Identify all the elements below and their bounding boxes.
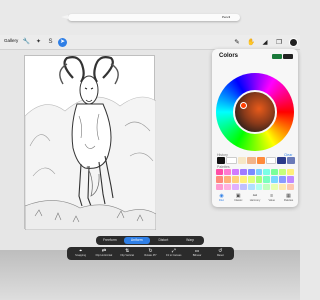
smudge-icon[interactable]: ✋ xyxy=(246,38,256,47)
transform-tool-label: Snapping xyxy=(75,254,87,257)
transform-tool-label: Reset xyxy=(216,254,224,257)
palette-swatch[interactable] xyxy=(271,169,279,176)
top-toolbar: Gallery 🔧 ✦ S ➤ ✎ ✋ ◢ ❐ xyxy=(0,35,300,50)
transform-tool-label: Rotate 45° xyxy=(144,254,157,257)
eraser-icon[interactable]: ◢ xyxy=(260,38,270,47)
color-mode-label: Classic xyxy=(234,199,243,202)
color-mode-value[interactable]: ≡ Value xyxy=(264,193,279,205)
palette-swatch[interactable] xyxy=(263,183,271,190)
history-swatch[interactable] xyxy=(256,157,265,164)
palette-swatch[interactable] xyxy=(223,169,231,176)
color-mode-harmony[interactable]: ⚯ Harmony xyxy=(248,193,263,205)
gallery-button[interactable]: Gallery xyxy=(4,38,18,43)
color-mode-tabs: ◉ Disc ▣ Classic ⚯ Harmony ≡ Value ▦ Palettes xyxy=(214,193,296,205)
palette-swatch[interactable] xyxy=(263,176,271,183)
pencil-brand-label: Pencil xyxy=(222,15,231,19)
transform-tools-bar: ⌖ Snapping ⇄ Flip Horizontal ⇅ Flip Vertical ↻… xyxy=(67,247,234,260)
color-mode-disc[interactable]: ◉ Disc xyxy=(214,193,229,205)
transform-tool-label: Flip Horizontal xyxy=(95,254,113,257)
fit-canvas-button[interactable]: ⤢ Fit to Canvas xyxy=(163,248,185,259)
palette-swatch[interactable] xyxy=(255,176,263,183)
color-mode-palettes[interactable]: ▦ Palettes xyxy=(281,193,296,205)
history-swatches xyxy=(217,157,295,164)
color-mode-label: Value xyxy=(268,199,275,202)
color-disc[interactable] xyxy=(216,73,294,151)
palette-swatch[interactable] xyxy=(239,183,247,190)
palette-swatch[interactable] xyxy=(216,183,223,190)
history-swatch[interactable] xyxy=(226,157,237,164)
color-mode-label: Disc xyxy=(218,199,225,202)
apple-pencil: Pencil xyxy=(61,14,240,21)
transform-mode-bar: Freeform Uniform Distort Warp xyxy=(96,236,204,245)
adjustments-icon[interactable]: S xyxy=(46,38,55,47)
wrench-icon[interactable]: 🔧 xyxy=(22,38,31,47)
current-color-swatch[interactable] xyxy=(283,54,293,59)
transform-tool-label: Fit to Canvas xyxy=(166,254,182,257)
history-swatch[interactable] xyxy=(286,157,295,164)
color-mode-label: Harmony xyxy=(249,199,261,202)
pencil-tip xyxy=(61,15,68,19)
flip-vertical-button[interactable]: ⇅ Flip Vertical xyxy=(116,248,138,259)
history-swatch[interactable] xyxy=(247,157,256,164)
snapping-button[interactable]: ⌖ Snapping xyxy=(70,248,92,259)
palette-swatch[interactable] xyxy=(271,183,279,190)
palette-swatch[interactable] xyxy=(263,169,271,176)
palette-swatch[interactable] xyxy=(231,176,239,183)
palette-swatch[interactable] xyxy=(287,169,294,176)
palette-swatch[interactable] xyxy=(279,183,287,190)
palette-grid xyxy=(216,169,294,190)
current-color-button[interactable] xyxy=(289,38,298,47)
palette-swatch[interactable] xyxy=(255,183,263,190)
palette-swatch[interactable] xyxy=(216,176,223,183)
flip-horizontal-button[interactable]: ⇄ Flip Horizontal xyxy=(93,248,115,259)
palette-swatch[interactable] xyxy=(239,169,247,176)
palette-swatch[interactable] xyxy=(255,169,263,176)
brush-icon[interactable]: ✎ xyxy=(232,38,242,47)
palette-swatch[interactable] xyxy=(247,169,255,176)
color-picker-knob[interactable] xyxy=(240,102,247,109)
previous-color-swatch[interactable] xyxy=(272,54,282,59)
palette-swatch[interactable] xyxy=(247,176,255,183)
palette-swatch[interactable] xyxy=(216,169,223,176)
tab-uniform[interactable]: Uniform xyxy=(123,237,150,244)
tab-distort[interactable]: Distort xyxy=(151,237,177,244)
tab-freeform[interactable]: Freeform xyxy=(97,237,123,244)
layers-icon[interactable]: ❐ xyxy=(274,38,284,47)
rotate-button[interactable]: ↻ Rotate 45° xyxy=(139,248,161,259)
tab-warp[interactable]: Warp xyxy=(177,237,203,244)
color-mode-label: Palettes xyxy=(283,199,294,202)
palette-swatch[interactable] xyxy=(231,169,239,176)
palette-swatch[interactable] xyxy=(287,176,294,183)
history-swatch[interactable] xyxy=(265,157,277,164)
history-swatch[interactable] xyxy=(277,157,286,164)
palette-swatch[interactable] xyxy=(223,176,231,183)
palette-swatch[interactable] xyxy=(247,183,255,190)
history-swatch[interactable] xyxy=(237,157,247,164)
selection-arrow-icon[interactable]: ➤ xyxy=(58,38,67,47)
history-swatch[interactable] xyxy=(217,157,226,164)
drawing-canvas[interactable] xyxy=(24,55,156,230)
color-mode-classic[interactable]: ▣ Classic xyxy=(231,193,246,205)
ram-sketch-artwork xyxy=(25,56,156,230)
palette-swatch[interactable] xyxy=(287,183,294,190)
transform-tool-label: Bilinear xyxy=(192,254,202,257)
transform-tool-label: Flip Vertical xyxy=(120,254,134,257)
palette-swatch[interactable] xyxy=(239,176,247,183)
reset-button[interactable]: ↺ Reset xyxy=(209,248,231,259)
palette-swatch[interactable] xyxy=(223,183,231,190)
saturation-brightness-disc[interactable] xyxy=(233,90,277,134)
palette-swatch[interactable] xyxy=(271,176,279,183)
palette-swatch[interactable] xyxy=(279,169,287,176)
bilinear-button[interactable]: ⚏ Bilinear xyxy=(186,248,208,259)
palette-swatch[interactable] xyxy=(279,176,287,183)
magic-wand-icon[interactable]: ✦ xyxy=(34,38,43,47)
palette-swatch[interactable] xyxy=(231,183,239,190)
colors-panel-title: Colors xyxy=(219,53,239,59)
